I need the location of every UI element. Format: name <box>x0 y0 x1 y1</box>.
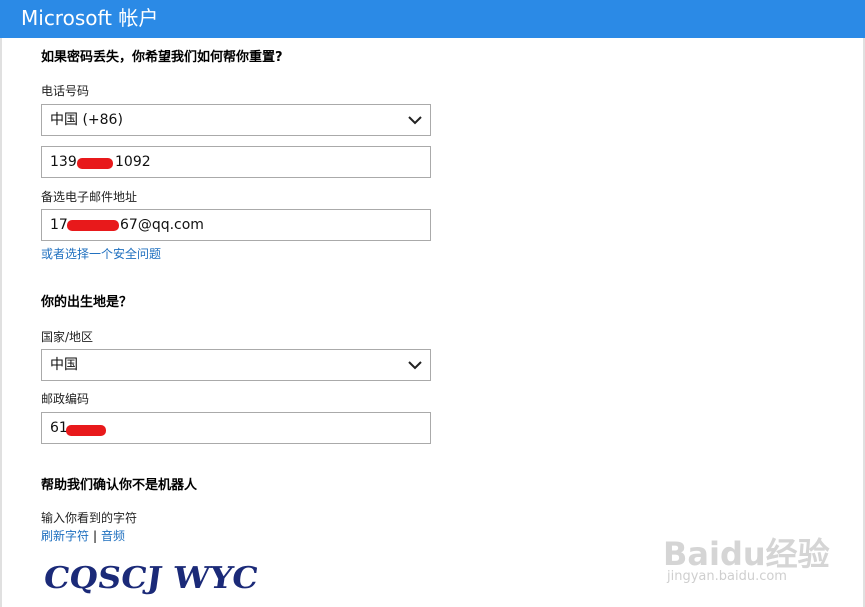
security-question-link[interactable]: 或者选择一个安全问题 <box>41 246 161 262</box>
header-bar: Microsoft 帐户 <box>0 0 865 38</box>
captcha-heading: 帮助我们确认你不是机器人 <box>41 478 198 493</box>
country-code-select[interactable]: 中国 (+86) <box>41 104 431 136</box>
phone-label: 电话号码 <box>41 84 90 98</box>
recovery-heading: 如果密码丢失，你希望我们如何帮你重置? <box>41 50 283 65</box>
email-suffix: 67@qq.com <box>120 217 204 233</box>
country-value: 中国 <box>50 357 78 373</box>
captcha-prompt: 输入你看到的字符 <box>41 511 138 525</box>
captcha-image: CQSCJ WYC <box>41 561 260 596</box>
captcha-text: CQSCJ WYC <box>41 561 260 596</box>
left-border <box>0 38 2 607</box>
phone-prefix: 139 <box>50 154 77 170</box>
redaction-mark <box>67 220 119 231</box>
phone-suffix: 1092 <box>115 154 151 170</box>
redaction-mark <box>66 425 106 436</box>
audio-link[interactable]: 音频 <box>101 528 125 544</box>
country-select[interactable]: 中国 <box>41 349 431 381</box>
phone-number-input[interactable]: 139 1092 <box>41 146 431 178</box>
chevron-down-icon <box>408 116 422 125</box>
page-title: Microsoft 帐户 <box>21 6 159 30</box>
link-separator: | <box>93 529 98 543</box>
email-prefix: 17 <box>50 217 68 233</box>
postal-code-input[interactable]: 61 <box>41 412 431 444</box>
email-label: 备选电子邮件地址 <box>41 190 138 204</box>
refresh-characters-link[interactable]: 刷新字符 <box>41 528 89 544</box>
baidu-watermark: Baidu经验 jingyan.baidu.com <box>663 509 833 589</box>
redaction-mark <box>77 158 113 169</box>
birthplace-heading: 你的出生地是？ <box>41 295 133 310</box>
watermark-url: jingyan.baidu.com <box>667 569 787 584</box>
chevron-down-icon <box>408 361 422 370</box>
country-label: 国家/地区 <box>41 330 94 344</box>
country-code-value: 中国 (+86) <box>50 112 123 128</box>
alternate-email-input[interactable]: 17 67@qq.com <box>41 209 431 241</box>
postal-label: 邮政编码 <box>41 392 90 406</box>
